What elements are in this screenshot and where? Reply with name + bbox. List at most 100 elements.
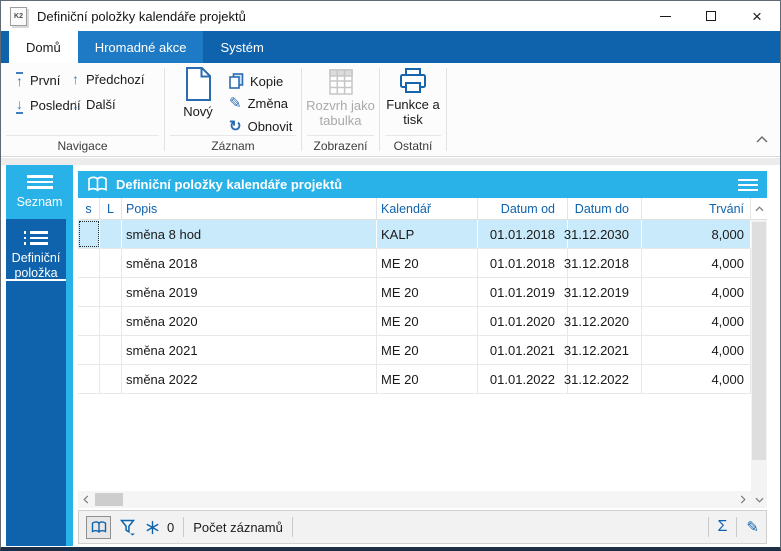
cell-datum-do[interactable]: 31.12.2022: [564, 365, 642, 393]
cell-datum-do[interactable]: 31.12.2018: [564, 249, 642, 277]
new-button-label: Nový: [183, 104, 213, 119]
cell-trvani[interactable]: 8,000: [642, 220, 751, 248]
panel-menu-icon[interactable]: [738, 178, 758, 191]
table-row[interactable]: směna 2020 ME 20 01.01.2020 31.12.2020 4…: [78, 307, 751, 336]
refresh-button-label: Obnovit: [247, 119, 293, 134]
last-button[interactable]: ↓ Poslední: [16, 97, 81, 114]
functions-print-button[interactable]: Funkce a tisk: [382, 68, 444, 128]
sidebar-item-definicni-polozka[interactable]: Definiční položka: [6, 219, 66, 281]
vertical-scroll-up-button[interactable]: [751, 198, 767, 220]
cell-s[interactable]: [78, 336, 100, 364]
ribbon-group-label: Zobrazení: [307, 135, 374, 153]
arrow-down-to-bar-icon: ↓: [16, 96, 23, 114]
edit-pencil-icon[interactable]: ✎: [746, 520, 759, 535]
copy-icon: [229, 73, 244, 89]
filter-button[interactable]: [120, 519, 136, 536]
cell-datum-od[interactable]: 01.01.2020: [478, 307, 568, 335]
vertical-scrollbar[interactable]: [751, 220, 767, 491]
column-header-datum-do[interactable]: Datum do: [568, 198, 642, 219]
first-button-label: První: [30, 72, 61, 88]
cell-l[interactable]: [100, 307, 122, 335]
next-button[interactable]: ↓ Další: [72, 97, 116, 112]
tab-system[interactable]: Systém: [203, 31, 280, 63]
cell-trvani[interactable]: 4,000: [642, 307, 751, 335]
previous-button[interactable]: ↑ Předchozí: [72, 72, 145, 87]
vertical-scroll-thumb[interactable]: [752, 222, 766, 460]
maximize-button[interactable]: [688, 1, 734, 31]
close-button[interactable]: ×: [734, 1, 780, 31]
horizontal-scroll-left-button[interactable]: [78, 491, 94, 508]
list-icon: [26, 175, 53, 189]
table-row[interactable]: směna 2018 ME 20 01.01.2018 31.12.2018 4…: [78, 249, 751, 278]
change-button[interactable]: ✎ Změna: [229, 96, 288, 111]
vertical-scroll-down-button[interactable]: [751, 491, 767, 508]
cell-datum-do[interactable]: 31.12.2019: [564, 278, 642, 306]
schedule-as-table-button: Rozvrh jako tabulka: [304, 69, 377, 129]
cell-datum-od[interactable]: 01.01.2022: [478, 365, 568, 393]
column-header-s[interactable]: s: [78, 198, 100, 219]
column-header-popis[interactable]: Popis: [122, 198, 377, 219]
cell-trvani[interactable]: 4,000: [642, 336, 751, 364]
new-button[interactable]: Nový: [173, 67, 223, 120]
cell-trvani[interactable]: 4,000: [642, 249, 751, 277]
chevron-right-icon: [740, 495, 746, 504]
cell-s[interactable]: [78, 365, 100, 393]
cell-kalendar[interactable]: KALP: [377, 220, 478, 248]
tab-hromadne-akce[interactable]: Hromadné akce: [77, 31, 204, 63]
book-view-toggle-button[interactable]: [86, 515, 111, 539]
chevron-down-icon: [754, 497, 764, 503]
sidebar-accent-strip: [66, 165, 73, 546]
cell-kalendar[interactable]: ME 20: [377, 336, 478, 364]
cell-l[interactable]: [100, 336, 122, 364]
cell-l[interactable]: [100, 278, 122, 306]
cell-l[interactable]: [100, 220, 122, 248]
tab-domu[interactable]: Domů: [9, 31, 78, 63]
cell-popis[interactable]: směna 2022: [122, 365, 377, 393]
cell-l[interactable]: [100, 365, 122, 393]
sidebar-item-seznam[interactable]: Seznam: [6, 165, 73, 219]
cell-l[interactable]: [100, 249, 122, 277]
sum-icon[interactable]: Σ: [718, 519, 728, 535]
cell-datum-od[interactable]: 01.01.2019: [478, 278, 568, 306]
cell-popis[interactable]: směna 2018: [122, 249, 377, 277]
cell-popis[interactable]: směna 2019: [122, 278, 377, 306]
status-bar: 0 Počet záznamů Σ ✎: [78, 510, 767, 544]
column-header-l[interactable]: L: [100, 198, 122, 219]
first-button[interactable]: ↑ První: [16, 72, 60, 89]
horizontal-scroll-thumb[interactable]: [95, 493, 123, 506]
schedule-as-table-label: Rozvrh jako tabulka: [306, 98, 375, 128]
table-row[interactable]: směna 2022 ME 20 01.01.2022 31.12.2022 4…: [78, 365, 751, 394]
cell-datum-do[interactable]: 31.12.2021: [564, 336, 642, 364]
horizontal-scroll-right-button[interactable]: [735, 491, 751, 508]
collapse-ribbon-button[interactable]: [756, 130, 768, 148]
cell-datum-od[interactable]: 01.01.2021: [478, 336, 568, 364]
cell-s[interactable]: [78, 278, 100, 306]
column-header-datum-od[interactable]: Datum od: [478, 198, 568, 219]
column-header-trvani[interactable]: Trvání: [642, 198, 751, 219]
table-row[interactable]: směna 8 hod KALP 01.01.2018 31.12.2030 8…: [78, 220, 751, 249]
cell-datum-do[interactable]: 31.12.2020: [564, 307, 642, 335]
cell-trvani[interactable]: 4,000: [642, 365, 751, 393]
cell-s[interactable]: [78, 249, 100, 277]
cell-trvani[interactable]: 4,000: [642, 278, 751, 306]
cell-s[interactable]: [78, 220, 100, 248]
cell-kalendar[interactable]: ME 20: [377, 249, 478, 277]
cell-popis[interactable]: směna 8 hod: [122, 220, 377, 248]
refresh-button[interactable]: ↻ Obnovit: [229, 119, 292, 134]
cell-datum-do[interactable]: 31.12.2030: [564, 220, 642, 248]
column-header-kalendar[interactable]: Kalendář: [377, 198, 478, 219]
horizontal-scrollbar[interactable]: [78, 491, 751, 508]
minimize-button[interactable]: [642, 1, 688, 31]
cell-kalendar[interactable]: ME 20: [377, 307, 478, 335]
copy-button[interactable]: Kopie: [229, 73, 283, 89]
cell-popis[interactable]: směna 2021: [122, 336, 377, 364]
frozen-records-indicator[interactable]: 0: [145, 520, 174, 535]
table-row[interactable]: směna 2021 ME 20 01.01.2021 31.12.2021 4…: [78, 336, 751, 365]
cell-kalendar[interactable]: ME 20: [377, 365, 478, 393]
cell-datum-od[interactable]: 01.01.2018: [478, 220, 568, 248]
cell-datum-od[interactable]: 01.01.2018: [478, 249, 568, 277]
cell-kalendar[interactable]: ME 20: [377, 278, 478, 306]
cell-s[interactable]: [78, 307, 100, 335]
table-row[interactable]: směna 2019 ME 20 01.01.2019 31.12.2019 4…: [78, 278, 751, 307]
cell-popis[interactable]: směna 2020: [122, 307, 377, 335]
